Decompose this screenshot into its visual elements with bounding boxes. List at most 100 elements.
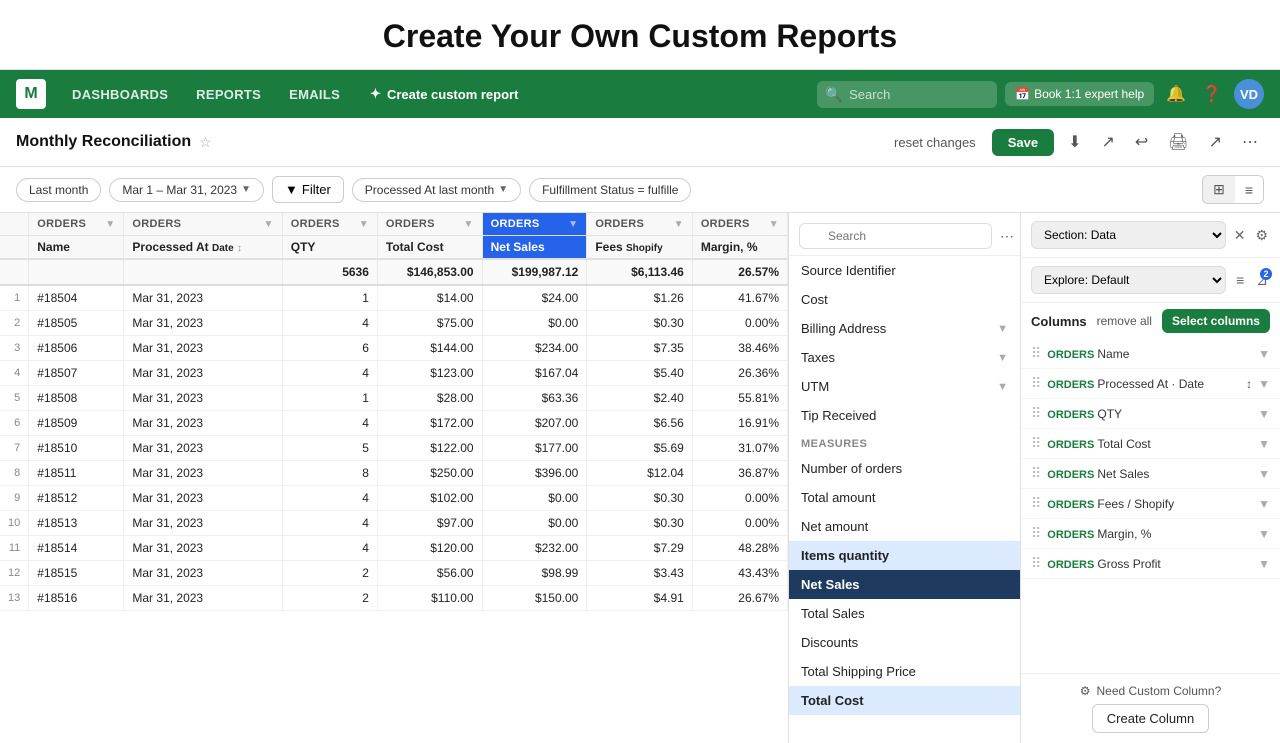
explore-select[interactable]: Explore: Default bbox=[1031, 266, 1226, 294]
field-item-cost[interactable]: Cost bbox=[789, 285, 1020, 314]
field-item-tip[interactable]: Tip Received bbox=[789, 401, 1020, 430]
list-view-btn[interactable]: ≡ bbox=[1235, 176, 1263, 203]
share-icon[interactable]: ↗ bbox=[1095, 128, 1120, 156]
field-item-taxes[interactable]: Taxes ▼ bbox=[789, 343, 1020, 372]
nav-create-report[interactable]: ✦ Create custom report bbox=[358, 80, 530, 108]
nav-reports[interactable]: REPORTS bbox=[186, 81, 271, 108]
table-row[interactable]: 3 #18506 Mar 31, 2023 6 $144.00 $234.00 … bbox=[0, 336, 788, 361]
field-item-net-sales[interactable]: Net Sales bbox=[789, 570, 1020, 599]
field-item-net-amount[interactable]: Net amount bbox=[789, 512, 1020, 541]
data-table-wrap: ORDERS ▼ ORDERS ▼ ORDERS ▼ bbox=[0, 213, 788, 743]
table-row[interactable]: 1 #18504 Mar 31, 2023 1 $14.00 $24.00 $1… bbox=[0, 285, 788, 311]
field-item-items-qty[interactable]: Items quantity bbox=[789, 541, 1020, 570]
field-item-utm[interactable]: UTM ▼ bbox=[789, 372, 1020, 401]
col-arrow-processed[interactable]: ▼ bbox=[264, 219, 274, 230]
field-item-discounts[interactable]: Discounts bbox=[789, 628, 1020, 657]
col-arrow-margin[interactable]: ▼ bbox=[769, 219, 779, 230]
table-row[interactable]: 8 #18511 Mar 31, 2023 8 $250.00 $396.00 … bbox=[0, 461, 788, 486]
bell-icon[interactable]: 🔔 bbox=[1162, 80, 1190, 108]
col-arrow-name[interactable]: ▼ bbox=[105, 219, 115, 230]
table-row[interactable]: 6 #18509 Mar 31, 2023 4 $172.00 $207.00 … bbox=[0, 411, 788, 436]
help-icon[interactable]: ❓ bbox=[1198, 80, 1226, 108]
favorite-icon[interactable]: ☆ bbox=[199, 134, 212, 151]
field-search-input[interactable] bbox=[799, 223, 992, 249]
table-row[interactable]: 11 #18514 Mar 31, 2023 4 $120.00 $232.00… bbox=[0, 536, 788, 561]
select-columns-btn[interactable]: Select columns bbox=[1162, 309, 1270, 333]
date-preset-chip[interactable]: Last month bbox=[16, 178, 101, 202]
processed-at-filter-chip[interactable]: Processed At last month ▼ bbox=[352, 178, 521, 202]
col-arrow-qty[interactable]: ▼ bbox=[359, 219, 369, 230]
nav-search-input[interactable] bbox=[817, 81, 997, 108]
drag-handle-icon[interactable]: ⠿ bbox=[1031, 465, 1041, 482]
undo-icon[interactable]: ↩ bbox=[1129, 128, 1154, 156]
field-item-total-amount[interactable]: Total amount bbox=[789, 483, 1020, 512]
field-item-shipping[interactable]: Total Shipping Price bbox=[789, 657, 1020, 686]
sort-icon-btn[interactable]: ≡ bbox=[1234, 270, 1246, 290]
field-item-total-sales[interactable]: Total Sales bbox=[789, 599, 1020, 628]
col-expand-icon[interactable]: ▼ bbox=[1258, 377, 1270, 391]
col-expand-icon[interactable]: ▼ bbox=[1258, 497, 1270, 511]
col-arrow-totalcost[interactable]: ▼ bbox=[463, 219, 473, 230]
field-item-num-orders[interactable]: Number of orders bbox=[789, 454, 1020, 483]
field-item-billing[interactable]: Billing Address ▼ bbox=[789, 314, 1020, 343]
table-row[interactable]: 9 #18512 Mar 31, 2023 4 $102.00 $0.00 $0… bbox=[0, 486, 788, 511]
table-row[interactable]: 12 #18515 Mar 31, 2023 2 $56.00 $98.99 $… bbox=[0, 561, 788, 586]
col-sort-icon[interactable]: ↕ bbox=[1246, 377, 1252, 391]
totals-row: 5636 $146,853.00 $199,987.12 $6,113.46 2… bbox=[0, 259, 788, 285]
logo[interactable]: M bbox=[16, 79, 46, 109]
table-row[interactable]: 4 #18507 Mar 31, 2023 4 $123.00 $167.04 … bbox=[0, 361, 788, 386]
drag-handle-icon[interactable]: ⠿ bbox=[1031, 345, 1041, 362]
nav-dashboards[interactable]: DASHBOARDS bbox=[62, 81, 178, 108]
th-totalcost[interactable]: Total Cost bbox=[377, 236, 482, 260]
print-icon[interactable]: 🖨 bbox=[1162, 128, 1194, 156]
col-expand-icon[interactable]: ▼ bbox=[1258, 437, 1270, 451]
drag-handle-icon[interactable]: ⠿ bbox=[1031, 525, 1041, 542]
drag-handle-icon[interactable]: ⠿ bbox=[1031, 495, 1041, 512]
table-row[interactable]: 2 #18505 Mar 31, 2023 4 $75.00 $0.00 $0.… bbox=[0, 311, 788, 336]
col-arrow-netsales[interactable]: ▼ bbox=[568, 219, 578, 230]
th-margin[interactable]: Margin, % bbox=[692, 236, 787, 260]
table-row[interactable]: 5 #18508 Mar 31, 2023 1 $28.00 $63.36 $2… bbox=[0, 386, 788, 411]
th-processed[interactable]: Processed At Date ↕ bbox=[124, 236, 282, 260]
external-link-icon[interactable]: ↗ bbox=[1203, 128, 1228, 156]
table-row[interactable]: 10 #18513 Mar 31, 2023 4 $97.00 $0.00 $0… bbox=[0, 511, 788, 536]
th-fees[interactable]: Fees Shopify bbox=[587, 236, 693, 260]
columns-title: Columns bbox=[1031, 314, 1087, 329]
field-item-total-cost[interactable]: Total Cost bbox=[789, 686, 1020, 715]
columns-close-btn[interactable]: ✕ bbox=[1232, 225, 1248, 246]
filter-btn[interactable]: ▼ Filter bbox=[272, 176, 344, 203]
col-expand-icon[interactable]: ▼ bbox=[1258, 527, 1270, 541]
col-expand-icon[interactable]: ▼ bbox=[1258, 407, 1270, 421]
th-qty[interactable]: QTY bbox=[282, 236, 377, 260]
nav-emails[interactable]: EMAILS bbox=[279, 81, 350, 108]
section-select[interactable]: Section: Data bbox=[1031, 221, 1226, 249]
col-expand-icon[interactable]: ▼ bbox=[1258, 347, 1270, 361]
book-expert-btn[interactable]: 📅 Book 1:1 expert help bbox=[1005, 82, 1154, 106]
create-column-btn[interactable]: Create Column bbox=[1092, 704, 1209, 733]
field-panel-search: 🔍 ⋯ ✕ bbox=[789, 213, 1020, 256]
date-range-chip[interactable]: Mar 1 – Mar 31, 2023 ▼ bbox=[109, 178, 264, 202]
col-expand-icon[interactable]: ▼ bbox=[1258, 557, 1270, 571]
th-netsales[interactable]: Net Sales bbox=[482, 236, 587, 260]
table-row[interactable]: 13 #18516 Mar 31, 2023 2 $110.00 $150.00… bbox=[0, 586, 788, 611]
user-avatar[interactable]: VD bbox=[1234, 79, 1264, 109]
drag-handle-icon[interactable]: ⠿ bbox=[1031, 375, 1041, 392]
columns-settings-btn[interactable]: ⚙ bbox=[1253, 225, 1270, 246]
field-more-btn[interactable]: ⋯ bbox=[998, 226, 1016, 247]
field-item-source[interactable]: Source Identifier bbox=[789, 256, 1020, 285]
drag-handle-icon[interactable]: ⠿ bbox=[1031, 405, 1041, 422]
reset-changes-btn[interactable]: reset changes bbox=[894, 135, 976, 150]
grid-view-btn[interactable]: ⊞ bbox=[1203, 176, 1235, 203]
save-btn[interactable]: Save bbox=[992, 129, 1054, 156]
th-name[interactable]: Name bbox=[29, 236, 124, 260]
more-options-icon[interactable]: ⋯ bbox=[1236, 128, 1264, 156]
table-row[interactable]: 7 #18510 Mar 31, 2023 5 $122.00 $177.00 … bbox=[0, 436, 788, 461]
download-icon[interactable]: ⬇ bbox=[1062, 128, 1087, 156]
col-arrow-fees[interactable]: ▼ bbox=[674, 219, 684, 230]
drag-handle-icon[interactable]: ⠿ bbox=[1031, 435, 1041, 452]
drag-handle-icon[interactable]: ⠿ bbox=[1031, 555, 1041, 572]
navbar: M DASHBOARDS REPORTS EMAILS ✦ Create cus… bbox=[0, 70, 1280, 118]
fulfillment-filter-chip[interactable]: Fulfillment Status = fulfille bbox=[529, 178, 691, 202]
remove-all-btn[interactable]: remove all bbox=[1097, 314, 1152, 328]
col-expand-icon[interactable]: ▼ bbox=[1258, 467, 1270, 481]
